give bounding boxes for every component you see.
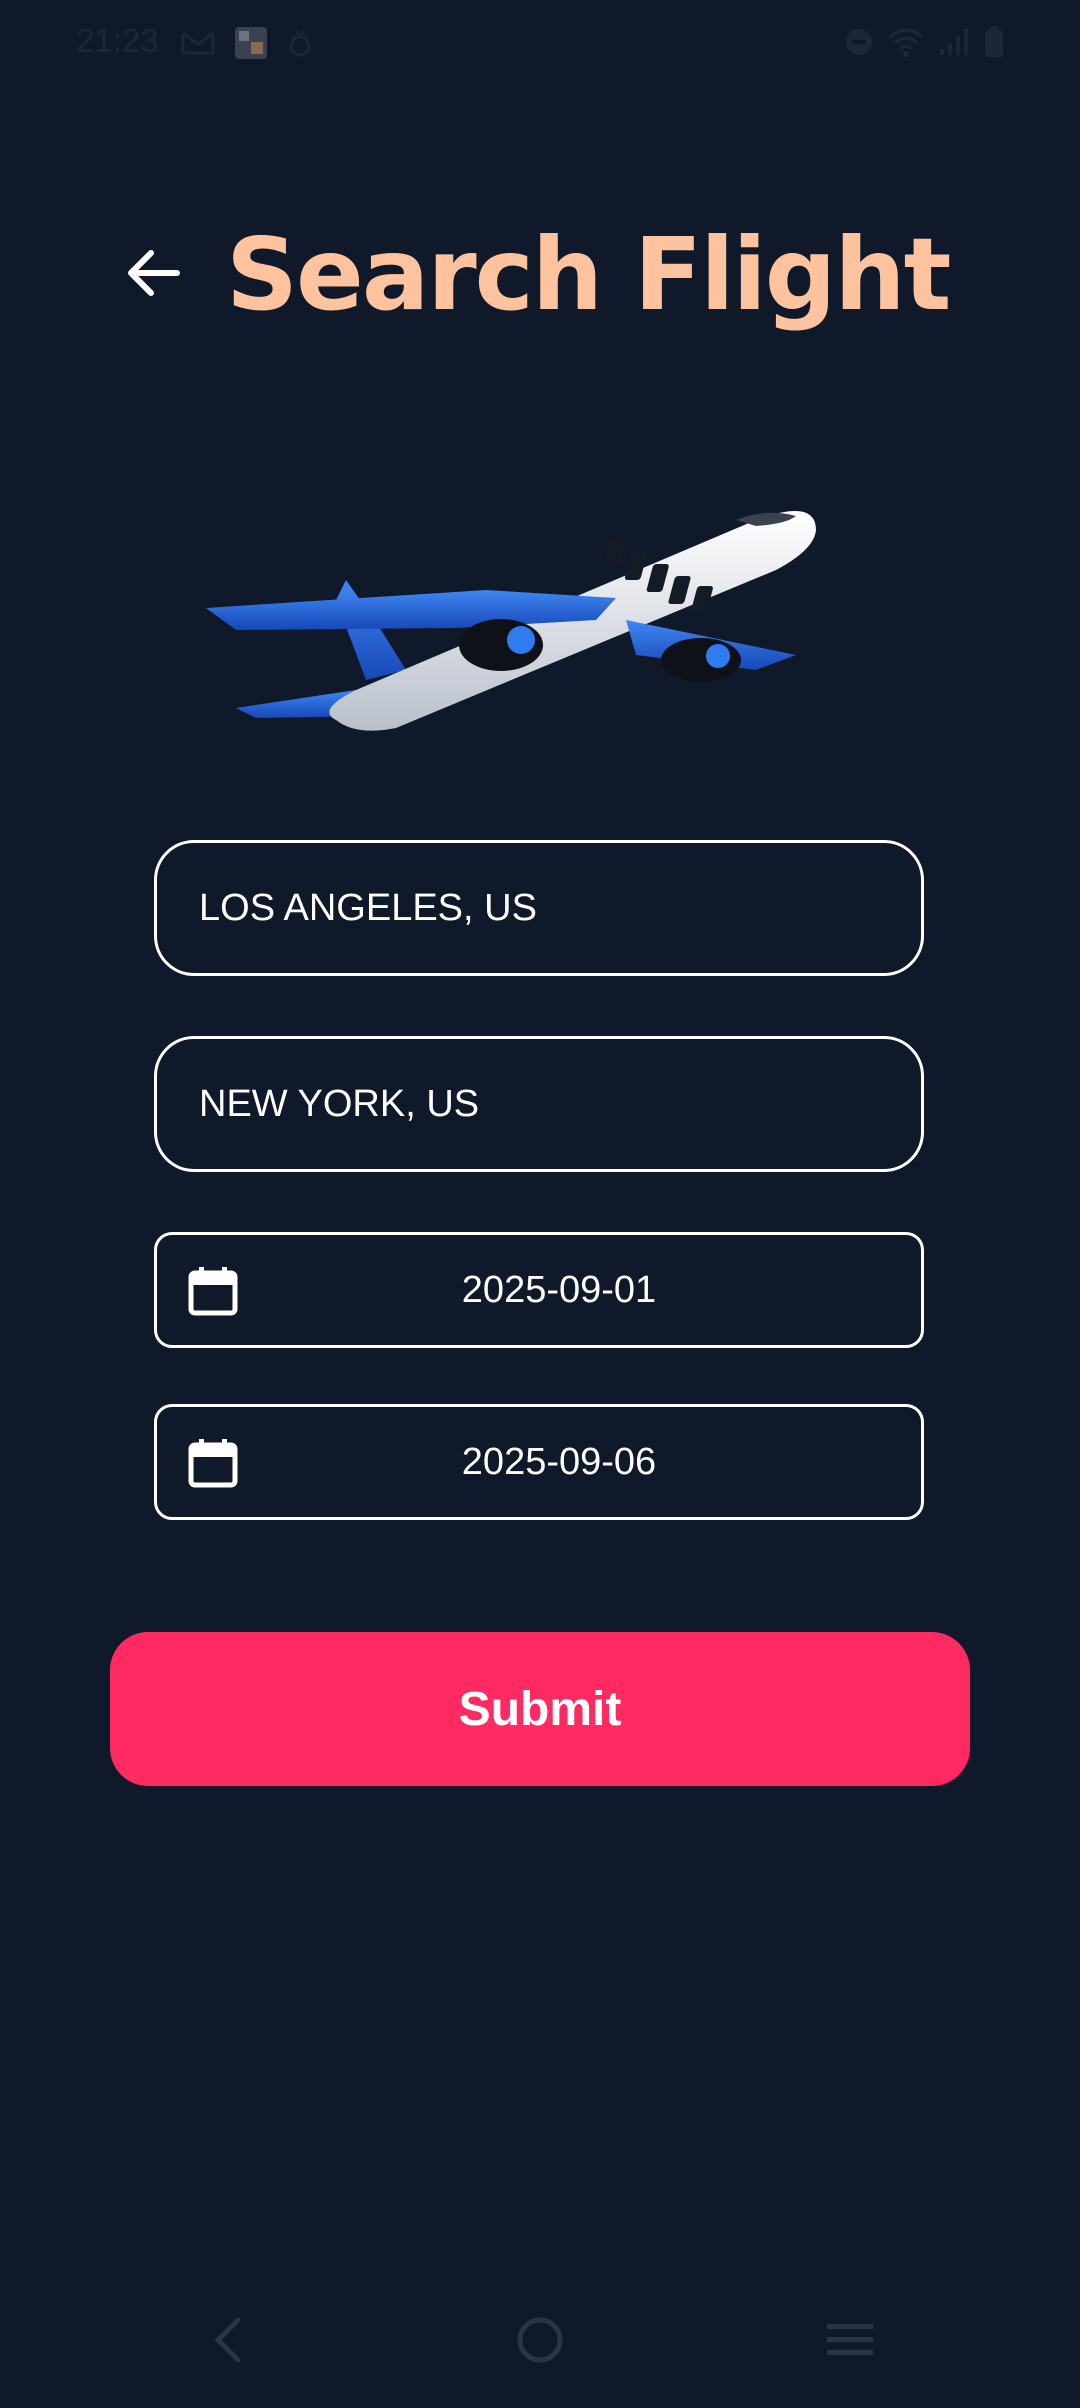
nav-home-button[interactable]: [500, 2310, 580, 2370]
system-nav-bar: [0, 2288, 1080, 2408]
nav-menu-button[interactable]: [810, 2310, 890, 2370]
return-date-field[interactable]: 2025-09-06: [154, 1404, 924, 1520]
departure-date-field[interactable]: 2025-09-01: [154, 1232, 924, 1348]
dnd-icon: [846, 29, 872, 55]
airplane-illustration: [206, 511, 816, 731]
status-right-icons: [844, 26, 1004, 58]
nav-menu-icon: [827, 2324, 873, 2355]
return-date-value: 2025-09-06: [461, 1440, 657, 1483]
status-left-icons: [180, 26, 314, 60]
nav-back-button[interactable]: [188, 2310, 268, 2370]
gmail-icon: [181, 31, 215, 55]
departure-date-value: 2025-09-01: [461, 1268, 657, 1311]
submit-button[interactable]: Submit: [110, 1632, 970, 1786]
origin-field[interactable]: LOS ANGELES, US: [154, 840, 924, 976]
battery-icon: [985, 26, 1003, 57]
destination-field[interactable]: NEW YORK, US: [154, 1036, 924, 1172]
photo-thumbnail-icon: [235, 27, 267, 59]
back-button[interactable]: [120, 240, 186, 306]
page-title: Search Flight: [226, 216, 951, 333]
status-time: 21:23: [76, 22, 159, 59]
wifi-icon: [889, 28, 923, 57]
status-bar: 21:23: [0, 0, 1080, 90]
nav-home-icon: [517, 2317, 563, 2363]
notification-icon: [289, 30, 311, 57]
signal-icon: [940, 29, 968, 55]
nav-back-icon: [214, 2317, 241, 2363]
arrow-left-icon: [128, 250, 180, 296]
